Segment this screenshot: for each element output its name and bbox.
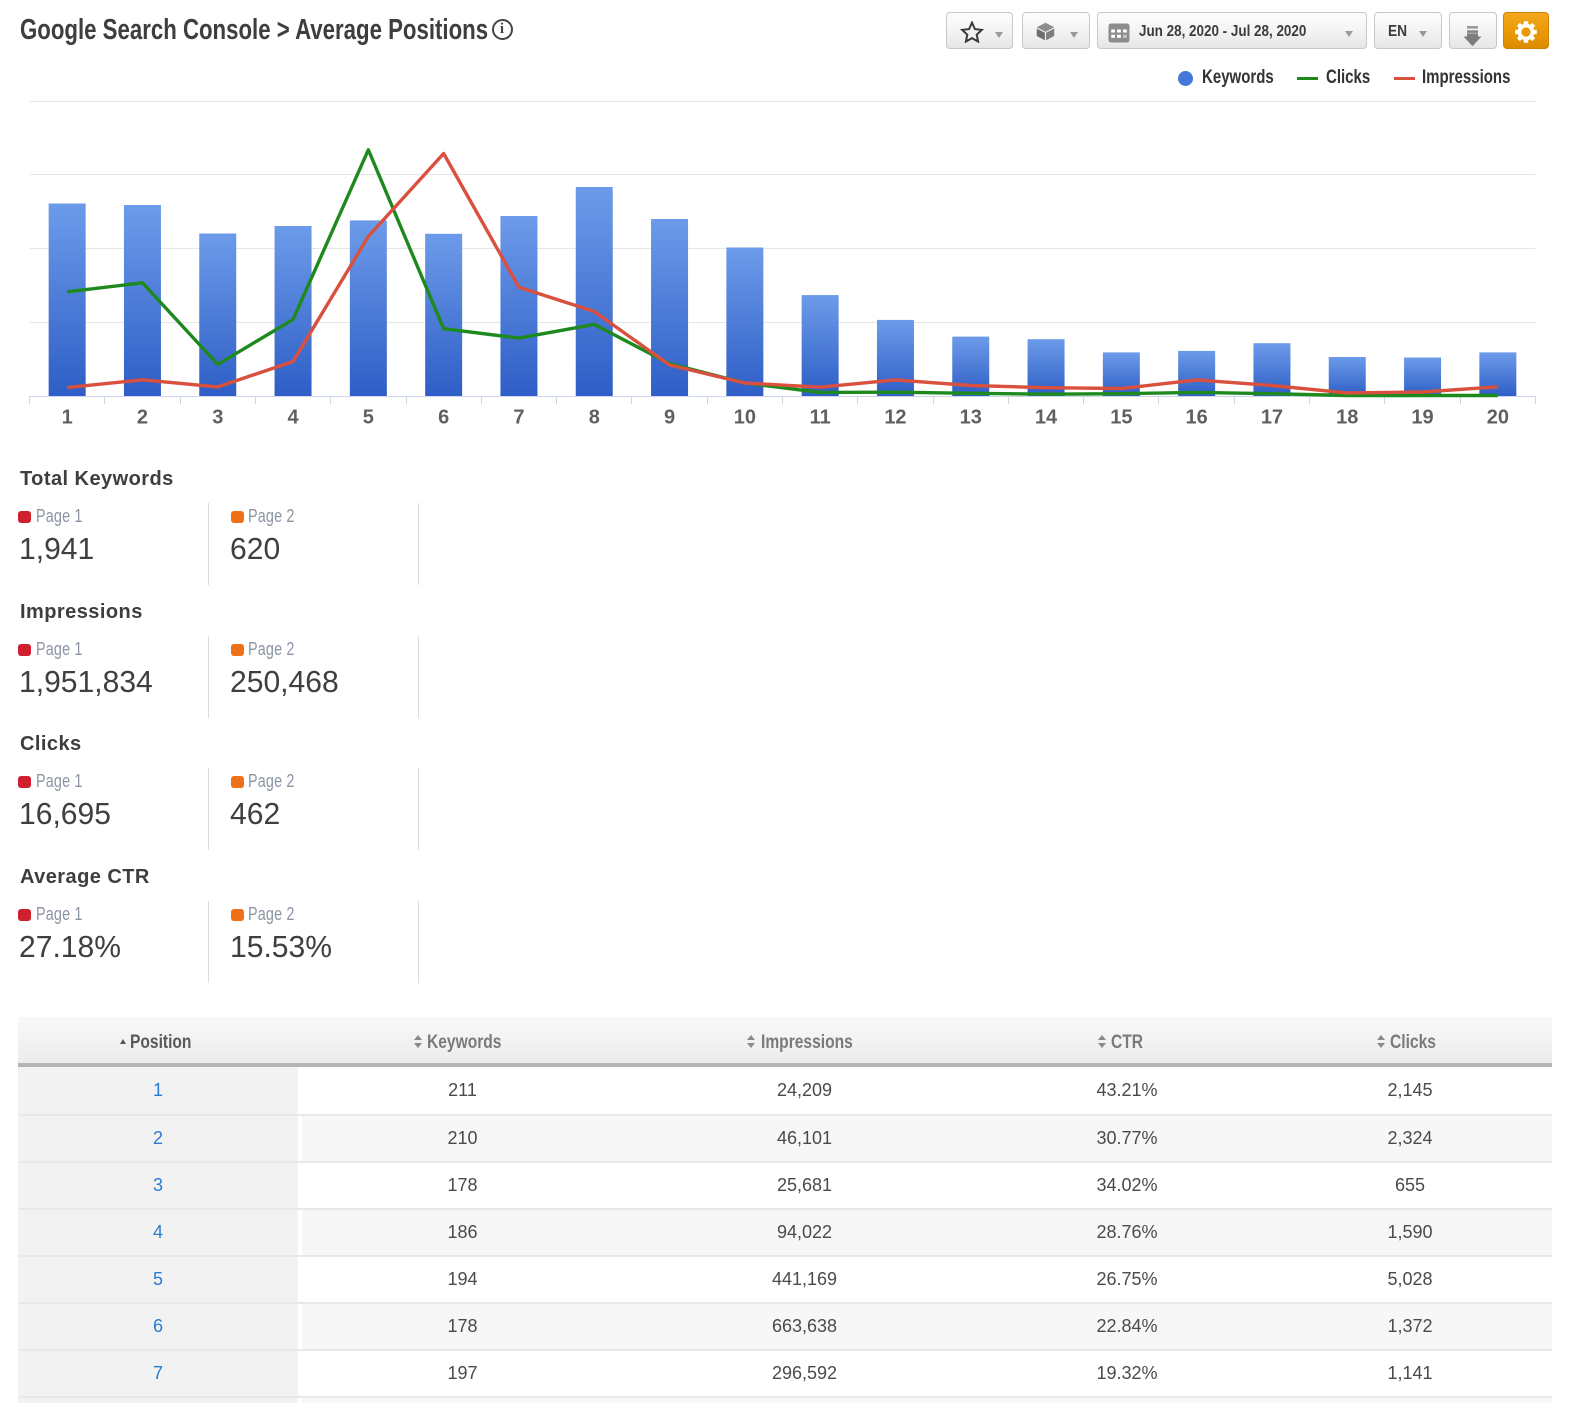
svg-text:19: 19 [1411, 406, 1433, 428]
svg-text:18: 18 [1336, 406, 1358, 428]
svg-text:6: 6 [438, 406, 449, 428]
svg-text:3: 3 [212, 406, 223, 428]
svg-text:9: 9 [664, 406, 675, 428]
svg-text:7: 7 [513, 406, 524, 428]
svg-text:14: 14 [1035, 406, 1058, 428]
svg-text:11: 11 [810, 406, 831, 428]
svg-text:17: 17 [1261, 406, 1283, 428]
svg-text:20: 20 [1487, 406, 1509, 428]
svg-text:16: 16 [1186, 406, 1208, 428]
svg-text:13: 13 [960, 406, 982, 428]
svg-text:4: 4 [287, 406, 299, 428]
svg-text:5: 5 [363, 406, 374, 428]
svg-text:12: 12 [884, 406, 906, 428]
svg-text:1: 1 [62, 406, 73, 428]
svg-text:15: 15 [1110, 406, 1132, 428]
svg-text:2: 2 [137, 406, 148, 428]
svg-text:8: 8 [589, 406, 600, 428]
svg-text:10: 10 [734, 406, 756, 428]
